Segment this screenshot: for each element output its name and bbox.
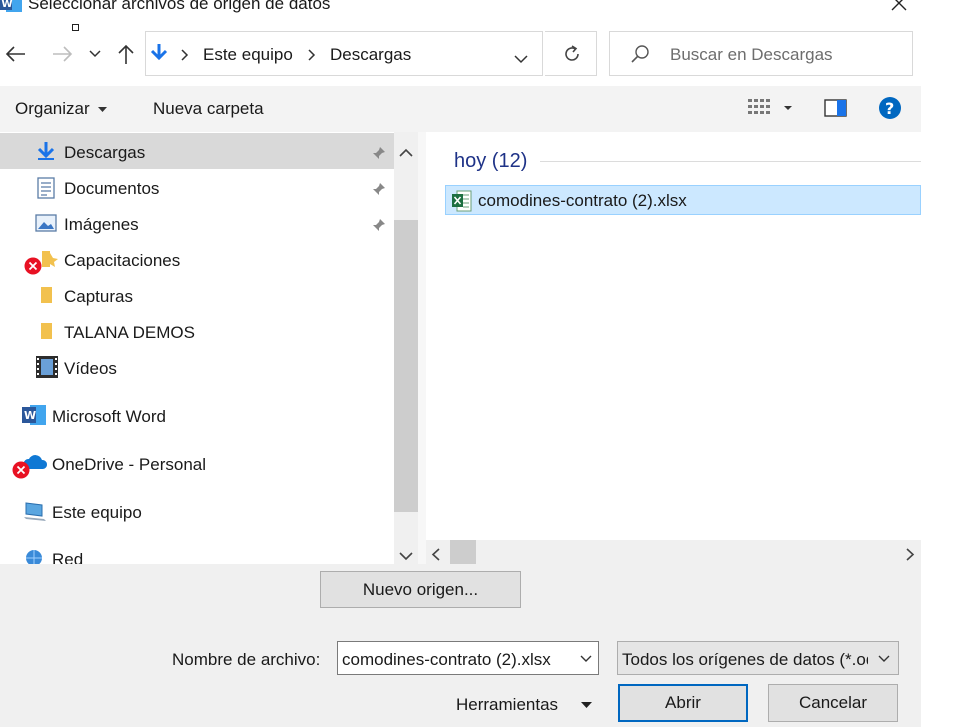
scroll-right-icon[interactable] — [906, 546, 915, 566]
window-title: Seleccionar archivos de origen de datos — [28, 0, 331, 13]
pin-icon[interactable] — [372, 217, 386, 231]
download-arrow-icon — [36, 141, 56, 166]
folder-icon — [41, 287, 52, 303]
error-icon — [12, 461, 30, 484]
content-scrollbar[interactable] — [426, 540, 921, 564]
preview-pane-icon — [824, 99, 847, 117]
refresh-button[interactable] — [545, 31, 597, 76]
search-placeholder: Buscar en Descargas — [670, 45, 833, 64]
sidebar-item-label: Descargas — [64, 143, 146, 162]
caret-down-icon — [580, 702, 592, 709]
scroll-down-icon[interactable] — [399, 546, 413, 566]
sidebar-item-imagenes[interactable] — [35, 214, 57, 237]
file-name[interactable]: comodines-contrato (2).xlsx — [478, 191, 687, 211]
sidebar-item-videos[interactable] — [35, 355, 59, 384]
svg-text:W: W — [2, 0, 13, 10]
document-icon — [37, 177, 55, 199]
arrow-right-icon — [53, 46, 73, 62]
close-icon[interactable] — [888, 0, 910, 14]
new-folder-button[interactable]: Nueva carpeta — [153, 99, 264, 119]
sidebar-item-talana-demos[interactable] — [40, 321, 54, 346]
excel-file-icon — [452, 190, 472, 217]
arrow-up-icon — [118, 44, 134, 64]
scroll-left-icon[interactable] — [431, 546, 440, 566]
view-options-button[interactable] — [748, 97, 794, 119]
sidebar-item-label[interactable]: TALANA DEMOS — [64, 323, 195, 343]
pictures-icon — [35, 214, 57, 232]
chevron-right-icon — [308, 46, 316, 66]
organize-button[interactable]: Organizar — [15, 99, 108, 119]
scrollbar-thumb[interactable] — [450, 540, 476, 564]
folder-icon — [41, 323, 52, 339]
file-type-select[interactable]: Todos los orígenes de datos (*.odc;*.mdb… — [617, 641, 899, 675]
filename-label: Nombre de archivo: — [172, 650, 321, 669]
error-icon — [24, 257, 42, 280]
preview-pane-button[interactable] — [824, 98, 848, 118]
forward-button[interactable] — [48, 40, 76, 68]
sidebar-item-label[interactable]: Capacitaciones — [64, 251, 180, 271]
recent-locations-button[interactable] — [84, 40, 106, 68]
sidebar-item-este-equipo[interactable] — [22, 501, 48, 528]
window-handle-icon — [72, 24, 79, 31]
sidebar-item-label[interactable]: Este equipo — [52, 503, 142, 523]
sidebar-item-label[interactable]: OneDrive - Personal — [52, 455, 206, 475]
file-type-value[interactable]: Todos los orígenes de datos (*.odc;*.mdb… — [622, 650, 868, 670]
caret-down-icon — [98, 106, 108, 112]
refresh-icon — [565, 45, 579, 61]
sidebar-item-label[interactable]: Imágenes — [64, 215, 139, 235]
scroll-up-icon[interactable] — [399, 142, 413, 162]
sidebar-item-label[interactable]: Capturas — [64, 287, 133, 307]
search-icon — [630, 44, 650, 69]
new-source-button[interactable]: Nuevo origen... — [320, 571, 521, 608]
sidebar-item-label[interactable]: Documentos — [64, 179, 159, 199]
chevron-right-icon — [181, 46, 189, 66]
organize-label: Organizar — [15, 99, 90, 118]
breadcrumb-descargas[interactable]: Descargas — [330, 45, 411, 65]
cancel-button[interactable]: Cancelar — [768, 684, 898, 722]
open-button[interactable]: Abrir — [618, 684, 748, 722]
word-icon: W — [0, 0, 22, 12]
sidebar-item-descargas[interactable] — [0, 133, 394, 169]
download-arrow-icon — [150, 43, 168, 63]
pane-divider[interactable] — [418, 132, 426, 564]
sidebar-item-label[interactable]: Microsoft Word — [52, 407, 166, 427]
chevron-down-icon — [89, 50, 101, 58]
sidebar-item-capturas[interactable] — [40, 285, 54, 310]
view-list-icon — [748, 99, 792, 114]
sidebar-item-label[interactable]: Vídeos — [64, 359, 117, 379]
video-icon — [36, 356, 58, 378]
sidebar-item-documentos[interactable] — [37, 177, 55, 204]
word-icon: W — [22, 405, 46, 425]
chevron-down-icon — [514, 55, 528, 64]
chevron-down-icon — [878, 655, 890, 662]
pin-icon[interactable] — [372, 145, 386, 159]
filename-value[interactable]: comodines-contrato (2).xlsx — [342, 650, 564, 670]
help-button[interactable]: ? — [878, 96, 902, 120]
up-button[interactable] — [112, 40, 140, 68]
pin-icon[interactable] — [372, 181, 386, 195]
svg-text:?: ? — [885, 99, 894, 118]
sidebar-item-microsoft-word[interactable]: W — [22, 404, 46, 431]
tools-label: Herramientas — [456, 695, 559, 714]
help-icon: ? — [879, 97, 901, 119]
chevron-down-icon — [580, 655, 592, 662]
tools-button[interactable]: Herramientas — [456, 695, 592, 715]
back-button[interactable] — [2, 40, 30, 68]
filename-field[interactable]: comodines-contrato (2).xlsx — [337, 641, 599, 675]
scrollbar-thumb[interactable] — [394, 220, 418, 512]
navigation-pane — [0, 132, 394, 564]
group-header[interactable]: hoy (12) — [454, 150, 527, 173]
breadcrumb-este-equipo[interactable]: Este equipo — [203, 45, 293, 65]
computer-icon — [24, 502, 46, 521]
sidebar-item-label[interactable]: Red — [52, 550, 83, 564]
group-divider — [540, 161, 921, 162]
arrow-left-icon — [5, 46, 25, 62]
svg-text:W: W — [24, 409, 36, 422]
address-dropdown-button[interactable] — [514, 49, 528, 69]
